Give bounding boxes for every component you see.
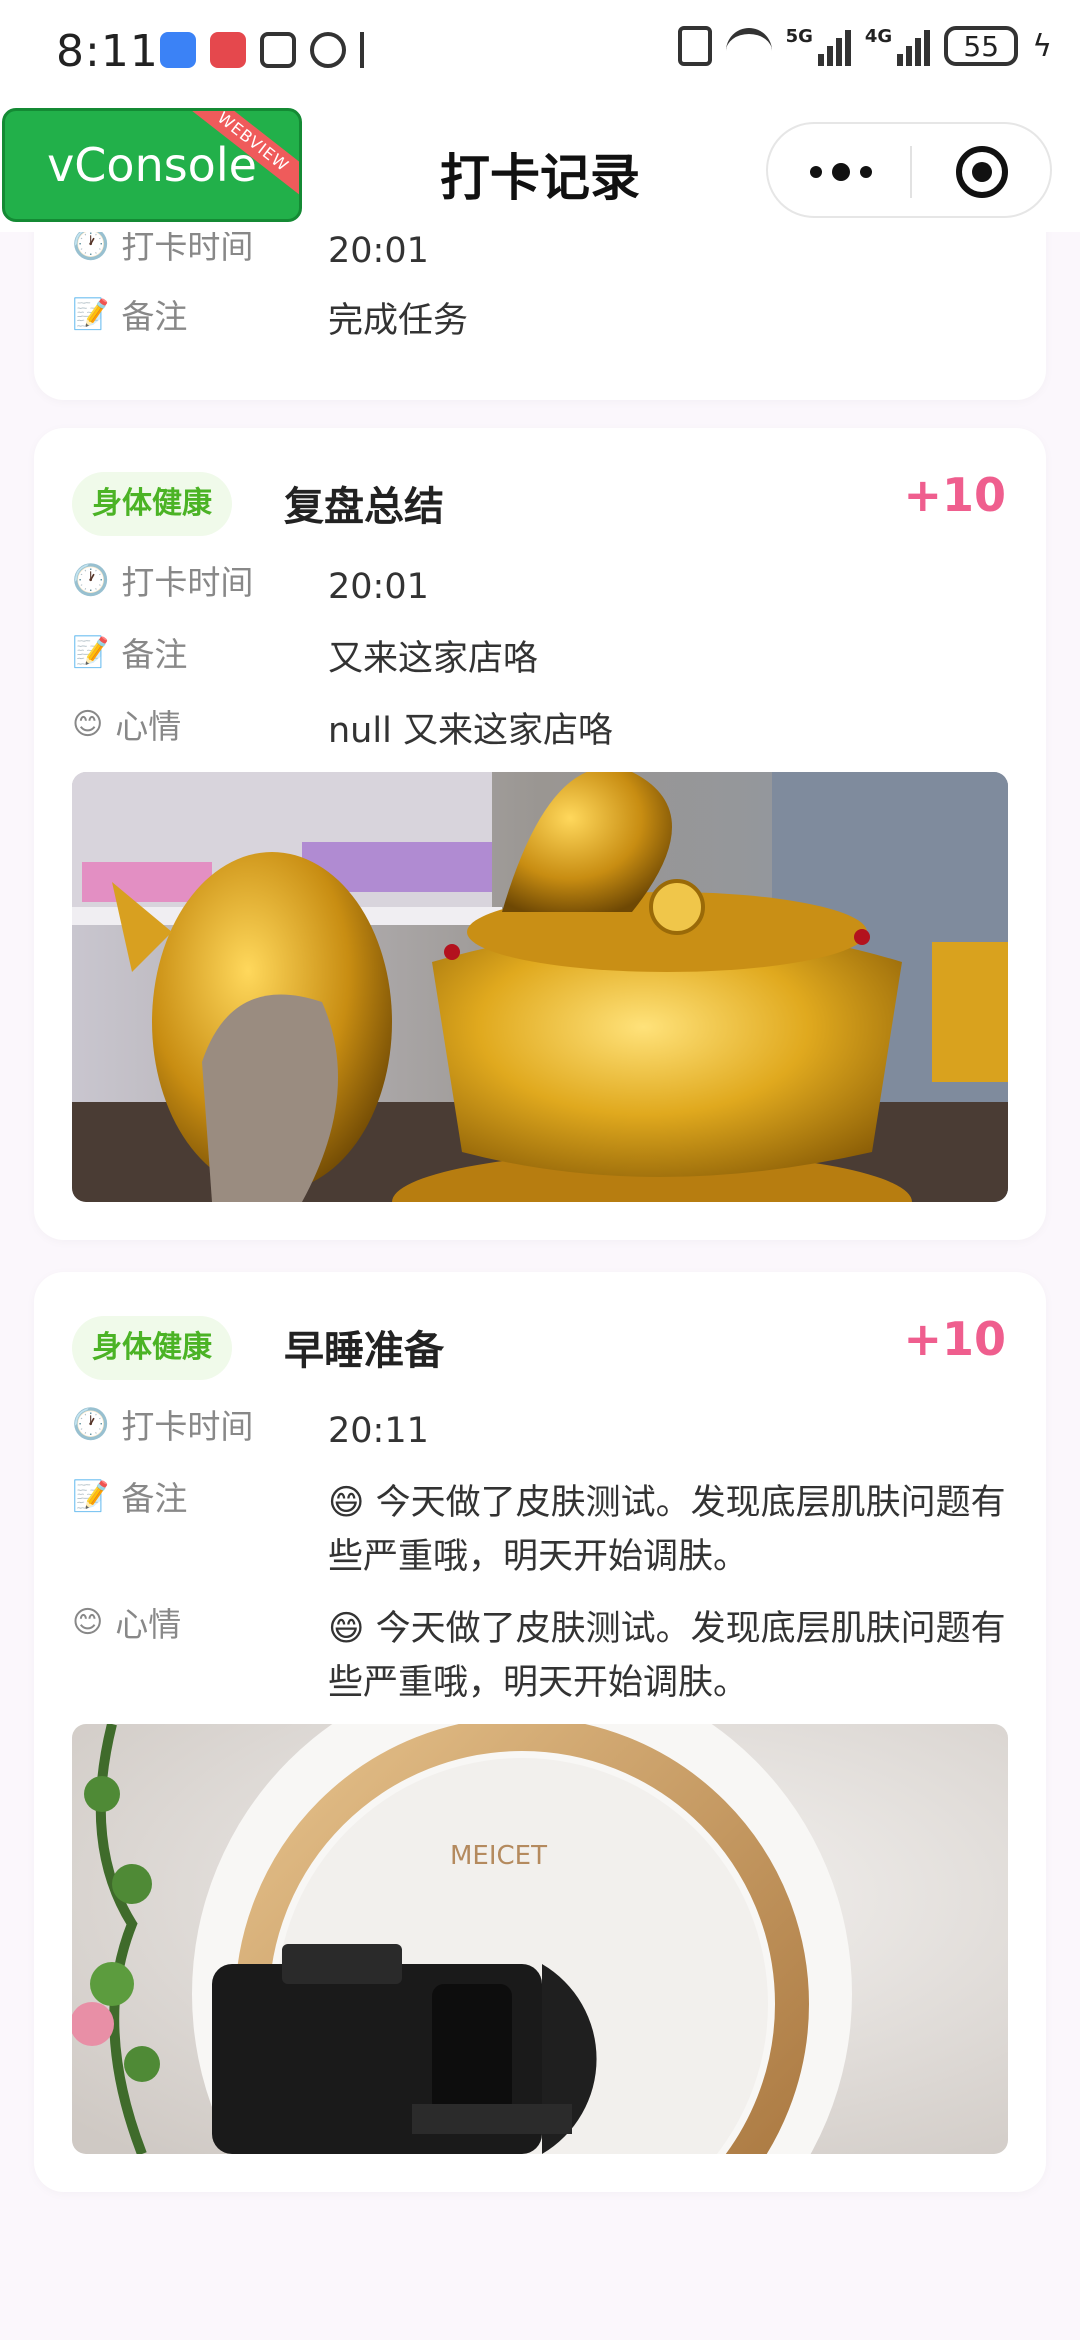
status-bar: 8:11 5G 4G 55 ϟ: [0, 0, 1080, 108]
clock-icon: 🕐: [72, 562, 110, 598]
mood-label-text: 心情: [115, 707, 182, 746]
gold-figurines-image: [72, 772, 1008, 1202]
points-value: +10: [903, 468, 1006, 522]
time-label: 🕐 打卡时间: [72, 1400, 253, 1448]
close-miniprogram-icon[interactable]: [956, 146, 1008, 198]
card-header: 身体健康 复盘总结 +10: [72, 468, 1006, 540]
notification-icons: [160, 32, 382, 68]
note-label-text: 备注: [121, 1479, 188, 1518]
points-value: +10: [903, 1312, 1006, 1366]
note-label: 📝 备注: [72, 1472, 187, 1520]
category-tag: 身体健康: [72, 472, 232, 536]
record-photo[interactable]: MEICET: [72, 1724, 1008, 2154]
note-label: 📝 备注: [72, 290, 187, 338]
record-photo[interactable]: [72, 772, 1008, 1202]
time-value: 20:01: [328, 567, 429, 607]
note-label: 📝 备注: [72, 628, 187, 676]
record-card[interactable]: 身体健康 早睡准备 +10 🕐 打卡时间 20:11 📝 备注 😄 今天做了皮肤测试…: [34, 1272, 1046, 2192]
category-tag: 身体健康: [72, 1316, 232, 1380]
skin-test-device-image: MEICET: [72, 1724, 1008, 2154]
memo-icon: 📝: [72, 296, 110, 332]
time-label: 🕐 打卡时间: [72, 556, 253, 604]
alarm-icon: [310, 32, 346, 68]
record-card[interactable]: 身体健康 复盘总结 +10 🕐 打卡时间 20:01 📝 备注 又来这家店咯 😊 心情…: [34, 428, 1046, 1240]
record-list[interactable]: 🕐 打卡时间 20:01 📝 备注 完成任务 身体健康 复盘总结 +10 🕐 打卡时间…: [0, 232, 1080, 2340]
record-title: 复盘总结: [284, 484, 444, 530]
note-label-text: 备注: [121, 297, 188, 336]
miniprogram-capsule: [766, 122, 1052, 218]
memo-icon: 📝: [72, 634, 110, 670]
record-title: 早睡准备: [284, 1328, 444, 1374]
mood-value: 😄 今天做了皮肤测试。发现底层肌肤问题有些严重哦，明天开始调肤。: [328, 1609, 1006, 1703]
note-label-text: 备注: [121, 635, 188, 674]
brand-text: MEICET: [450, 1841, 547, 1871]
app-notification-icon: [160, 32, 196, 68]
status-time: 8:11: [56, 26, 159, 77]
mood-label: 😊 心情: [72, 700, 181, 748]
screen: 8:11 5G 4G 55 ϟ 打卡记录 vConsole WEBVIEW 🕐 …: [0, 0, 1080, 2340]
bluetooth-icon: [360, 32, 382, 68]
signal-5g-icon: 5G: [786, 26, 851, 66]
nfc-icon: [260, 32, 296, 68]
mood-label-text: 心情: [115, 1605, 182, 1644]
vconsole-label: vConsole: [47, 138, 257, 192]
note-value: 😄 今天做了皮肤测试。发现底层肌肤问题有些严重哦，明天开始调肤。: [328, 1483, 1006, 1577]
time-label: 🕐 打卡时间: [72, 232, 253, 268]
clock-icon: 🕐: [72, 232, 110, 262]
smile-icon: 😊: [72, 1604, 104, 1640]
mood-label: 😊 心情: [72, 1598, 181, 1646]
note-value: 又来这家店咯: [328, 639, 539, 679]
vibrate-icon: [677, 26, 712, 66]
time-label-text: 打卡时间: [121, 1407, 254, 1446]
time-value: 20:01: [328, 232, 429, 271]
wifi-icon: [725, 28, 772, 64]
signal-4g-label: 4G: [864, 26, 893, 47]
capsule-divider: [910, 146, 912, 198]
book-notification-icon: [210, 32, 246, 68]
time-label-text: 打卡时间: [121, 563, 254, 602]
signal-5g-label: 5G: [785, 26, 813, 47]
card-header: 身体健康 早睡准备 +10: [72, 1312, 1006, 1384]
clock-icon: 🕐: [72, 1406, 110, 1442]
time-label-text: 打卡时间: [121, 232, 254, 266]
record-card[interactable]: 🕐 打卡时间 20:01 📝 备注 完成任务: [34, 232, 1046, 400]
memo-icon: 📝: [72, 1478, 110, 1514]
more-menu-button[interactable]: [808, 154, 874, 190]
mood-value: null 又来这家店咯: [328, 711, 613, 751]
vconsole-button[interactable]: vConsole WEBVIEW: [2, 108, 302, 222]
time-value: 20:11: [328, 1411, 429, 1451]
smile-icon: 😊: [72, 706, 104, 742]
battery-icon: 55: [944, 26, 1019, 66]
charging-icon: ϟ: [1032, 28, 1052, 64]
status-right-icons: 5G 4G 55 ϟ: [677, 26, 1052, 66]
note-value: 完成任务: [328, 301, 469, 341]
signal-4g-icon: 4G: [864, 26, 931, 66]
